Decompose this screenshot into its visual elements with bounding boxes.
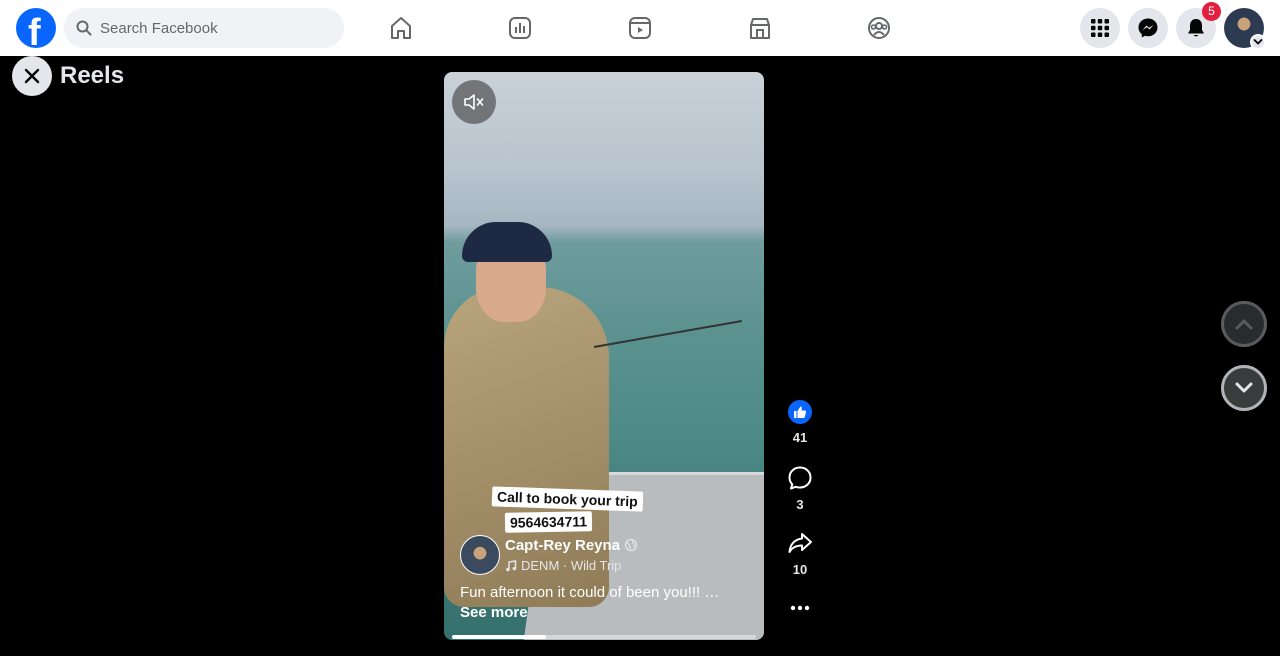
search-box[interactable] [64, 8, 344, 48]
close-icon [24, 68, 40, 84]
like-icon [788, 400, 812, 424]
music-note-icon [506, 559, 517, 571]
home-icon[interactable] [385, 12, 417, 44]
marketplace-icon[interactable] [744, 12, 776, 44]
reel-caption: Fun afternoon it could of been you!!! … [460, 584, 720, 601]
logo-letter: f [28, 12, 41, 48]
notification-badge: 5 [1202, 2, 1221, 21]
video-fishing-rod [593, 319, 742, 348]
messenger-button[interactable] [1128, 8, 1168, 48]
close-reels-button[interactable] [12, 56, 52, 96]
top-bar: f 5 [0, 0, 1280, 56]
previous-reel-button[interactable] [1221, 301, 1267, 347]
globe-icon [624, 538, 638, 552]
groups-icon[interactable] [863, 12, 895, 44]
search-input[interactable] [100, 8, 330, 48]
facebook-logo[interactable]: f [16, 8, 56, 48]
search-icon [76, 20, 92, 36]
like-count: 41 [792, 430, 808, 445]
share-action[interactable]: 10 [780, 530, 820, 577]
video-person-cap [462, 222, 552, 262]
share-icon [788, 533, 812, 553]
stats-icon[interactable] [504, 12, 536, 44]
next-reel-button[interactable] [1221, 365, 1267, 411]
page-title: Reels [60, 62, 125, 89]
chevron-up-icon [1235, 319, 1253, 330]
video-progress-fill [452, 635, 547, 639]
muted-speaker-icon [464, 94, 484, 110]
comment-action[interactable]: 3 [780, 465, 820, 512]
mute-button[interactable] [452, 80, 496, 124]
chevron-down-icon [1253, 39, 1263, 45]
bell-icon [1188, 19, 1204, 37]
like-action[interactable]: 41 [780, 400, 820, 445]
grid-icon [1091, 19, 1109, 37]
audio-track[interactable]: DENM · Wild Trip [505, 558, 621, 573]
menu-grid-button[interactable] [1080, 8, 1120, 48]
share-count: 10 [792, 562, 808, 577]
more-options-button[interactable] [780, 598, 820, 618]
video-sticker-phone: 9564634711 [504, 511, 593, 533]
reel-video[interactable]: Call to book your trip 9564634711 Capt-R… [444, 72, 764, 640]
comment-icon [788, 466, 812, 490]
messenger-icon [1138, 18, 1158, 38]
audio-track-label: DENM · Wild Trip [521, 558, 622, 573]
account-caret[interactable] [1250, 34, 1266, 50]
video-progress-bar[interactable] [452, 635, 756, 639]
see-more-link[interactable]: See more [460, 604, 528, 621]
author-avatar[interactable] [460, 535, 500, 575]
author-name[interactable]: Capt-Rey Reyna [505, 537, 620, 554]
more-icon [790, 605, 810, 611]
comment-count: 3 [796, 497, 804, 512]
video-icon[interactable] [624, 12, 656, 44]
chevron-down-icon [1235, 382, 1253, 393]
